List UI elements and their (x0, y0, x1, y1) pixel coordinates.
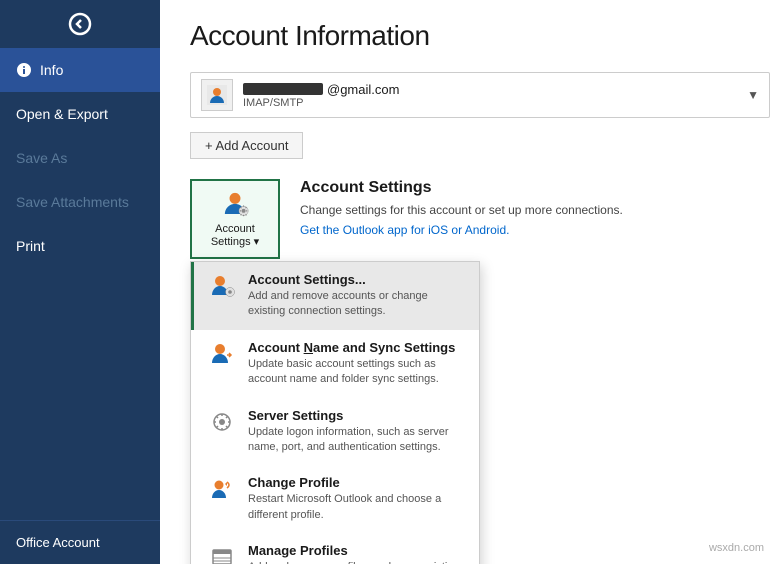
settings-description: Change settings for this account or set … (300, 203, 744, 217)
add-account-label: + Add Account (205, 138, 288, 153)
dropdown-item-name-sync-title: Account Name and Sync Settings (248, 340, 465, 355)
main-content: Account Information @gmail.com IMAP/SMTP… (160, 0, 774, 564)
sidebar-item-print-label: Print (16, 238, 45, 254)
dropdown-item-account-settings[interactable]: Account Settings... Add and remove accou… (191, 262, 479, 330)
dropdown-item-change-profile[interactable]: Change Profile Restart Microsoft Outlook… (191, 465, 479, 533)
settings-text: Account Settings Change settings for thi… (300, 179, 744, 239)
dropdown-item-account-settings-title: Account Settings... (248, 272, 465, 287)
settings-ios-android-link[interactable]: Get the Outlook app for iOS or Android. (300, 223, 509, 237)
watermark: wsxdn.com (709, 542, 764, 554)
sidebar-item-save-attachments-label: Save Attachments (16, 194, 129, 210)
dropdown-item-change-profile-title: Change Profile (248, 475, 465, 490)
sidebar-item-save-as: Save As (0, 136, 160, 180)
account-settings-section: AccountSettings ▾ Account Se (190, 179, 744, 259)
back-button[interactable] (0, 0, 160, 48)
sidebar-item-open-export[interactable]: Open & Export (0, 92, 160, 136)
dropdown-item-manage-profiles-desc: Add and remove profiles or change existi… (248, 560, 465, 564)
dropdown-item-name-sync[interactable]: Account Name and Sync Settings Update ba… (191, 330, 479, 398)
dropdown-item-manage-profiles-text: Manage Profiles Add and remove profiles … (248, 543, 465, 564)
dropdown-item-account-settings-desc: Add and remove accounts or change existi… (248, 289, 465, 320)
dropdown-item-account-settings-text: Account Settings... Add and remove accou… (248, 272, 465, 320)
account-settings-dropdown: Account Settings... Add and remove accou… (190, 261, 480, 564)
dropdown-item-manage-profiles[interactable]: Manage Profiles Add and remove profiles … (191, 533, 479, 564)
add-account-button[interactable]: + Add Account (190, 132, 303, 159)
manage-profiles-icon (208, 543, 236, 564)
sidebar-office-account-label: Office Account (16, 535, 100, 550)
sidebar-item-save-attachments: Save Attachments (0, 180, 160, 224)
account-info: @gmail.com IMAP/SMTP (243, 82, 747, 109)
sidebar-item-print[interactable]: Print (0, 224, 160, 268)
account-icon (201, 79, 233, 111)
page-title: Account Information (190, 20, 744, 52)
dropdown-item-server-settings-desc: Update logon information, such as server… (248, 425, 465, 456)
dropdown-item-name-sync-text: Account Name and Sync Settings Update ba… (248, 340, 465, 388)
account-type: IMAP/SMTP (243, 97, 747, 109)
email-redacted (243, 83, 323, 95)
account-settings-icon (208, 272, 236, 300)
sidebar-item-office-account[interactable]: Office Account (0, 520, 160, 564)
change-profile-icon (208, 475, 236, 503)
account-selector[interactable]: @gmail.com IMAP/SMTP ▼ (190, 72, 770, 118)
settings-button-label: AccountSettings ▾ (211, 223, 259, 249)
sidebar-item-info-label: Info (40, 62, 63, 78)
sidebar-spacer (0, 268, 160, 520)
sidebar: Info Open & Export Save As Save Attachme… (0, 0, 160, 564)
settings-section-title: Account Settings (300, 179, 744, 197)
sidebar-item-open-export-label: Open & Export (16, 106, 108, 122)
dropdown-item-server-settings-title: Server Settings (248, 408, 465, 423)
settings-btn-wrapper: AccountSettings ▾ Account Se (190, 179, 280, 259)
dropdown-item-change-profile-text: Change Profile Restart Microsoft Outlook… (248, 475, 465, 523)
selector-arrow-icon: ▼ (747, 88, 759, 102)
account-settings-button[interactable]: AccountSettings ▾ (190, 179, 280, 259)
account-email: @gmail.com (243, 82, 747, 97)
server-settings-icon (208, 408, 236, 436)
name-sync-icon (208, 340, 236, 368)
dropdown-item-server-settings[interactable]: Server Settings Update logon information… (191, 398, 479, 466)
dropdown-item-name-sync-desc: Update basic account settings such as ac… (248, 357, 465, 388)
dropdown-item-manage-profiles-title: Manage Profiles (248, 543, 465, 558)
sidebar-item-save-as-label: Save As (16, 150, 67, 166)
sidebar-item-info[interactable]: Info (0, 48, 160, 92)
dropdown-item-change-profile-desc: Restart Microsoft Outlook and choose a d… (248, 492, 465, 523)
email-domain: @gmail.com (327, 82, 399, 97)
dropdown-item-server-settings-text: Server Settings Update logon information… (248, 408, 465, 456)
